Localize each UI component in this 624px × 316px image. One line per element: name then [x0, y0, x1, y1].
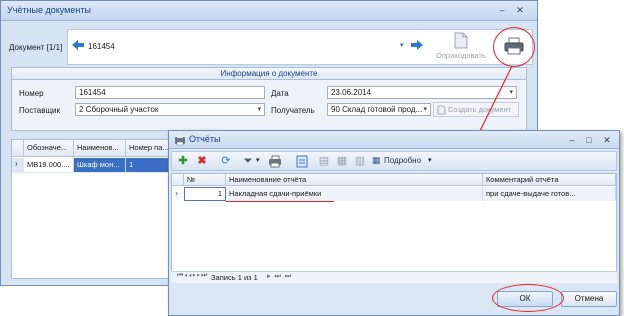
- refresh-icon[interactable]: ⟳: [218, 153, 234, 169]
- cancel-button[interactable]: Отмена: [561, 291, 617, 307]
- dialog-toolbar: ✚ ✖ ⟳ ⏷ ▾ ▤ ▦ ▥ ▦ Подробно ▾: [171, 151, 617, 171]
- print-icon[interactable]: [268, 155, 282, 168]
- column-header-name[interactable]: Наименование отчёта: [226, 174, 483, 186]
- close-icon[interactable]: ✕: [600, 134, 614, 146]
- nav-buttons-icon[interactable]: ⏮◂◂▸▸⏭: [177, 272, 208, 280]
- ok-highlight-circle: [492, 284, 564, 312]
- detail-dropdown-label[interactable]: Подробно: [384, 156, 421, 165]
- layout-icon[interactable]: ▥: [352, 153, 368, 169]
- add-icon[interactable]: ✚: [175, 153, 191, 169]
- row-indicator-header: [172, 174, 184, 186]
- column-header-comment[interactable]: Комментарий отчёта: [483, 174, 616, 186]
- table-cell-number[interactable]: 1: [184, 187, 226, 201]
- table-cell-name[interactable]: Накладная сдачи-приёмки: [226, 187, 483, 201]
- row-pointer-icon: ›: [175, 188, 178, 198]
- export-icon[interactable]: [296, 155, 308, 168]
- underline-annotation: [226, 201, 334, 202]
- record-navigator: ⏮◂◂▸▸⏭ Запись 1 из 1 ▸ ⏭ ⏭: [171, 271, 617, 283]
- filter-dropdown-icon[interactable]: ▾: [256, 156, 260, 164]
- maximize-icon[interactable]: □: [582, 134, 596, 146]
- detail-grid-icon: ▦: [372, 155, 381, 165]
- reports-grid: № Наименование отчёта Комментарий отчёта…: [171, 173, 617, 283]
- table-row[interactable]: › 1 Накладная сдачи-приёмки при сдаче-вы…: [172, 187, 616, 201]
- detail-dropdown-icon[interactable]: ▾: [428, 156, 432, 164]
- filter-icon[interactable]: ⏷: [240, 153, 256, 169]
- columns-icon[interactable]: ▦: [334, 153, 350, 169]
- reports-app-icon: [175, 135, 185, 146]
- edit-icon[interactable]: ▤: [316, 153, 332, 169]
- minimize-icon[interactable]: –: [565, 134, 579, 146]
- nav-buttons-icon[interactable]: ▸ ⏭ ⏭: [267, 272, 292, 281]
- table-cell-comment[interactable]: при сдаче-выдаче готов...: [483, 187, 616, 201]
- delete-icon[interactable]: ✖: [194, 153, 210, 169]
- record-counter: Запись 1 из 1: [211, 273, 258, 282]
- dialog-title-bar: Отчёты – □ ✕: [169, 131, 619, 149]
- dialog-title: Отчёты: [189, 134, 221, 144]
- column-header-number[interactable]: №: [184, 174, 226, 186]
